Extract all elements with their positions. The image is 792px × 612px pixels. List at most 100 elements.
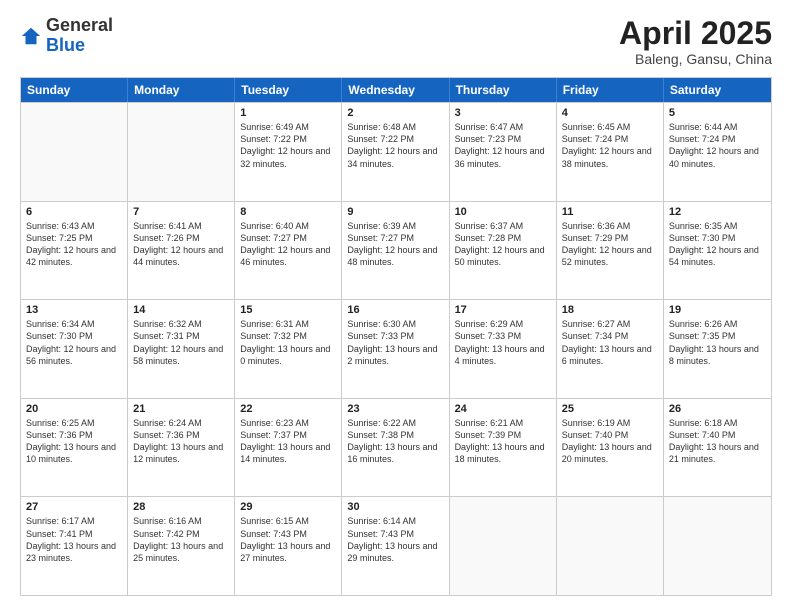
cal-day-info: Sunrise: 6:26 AM Sunset: 7:35 PM Dayligh… [669,318,766,367]
cal-cell: 12Sunrise: 6:35 AM Sunset: 7:30 PM Dayli… [664,202,771,300]
cal-day-info: Sunrise: 6:43 AM Sunset: 7:25 PM Dayligh… [26,220,122,269]
cal-day-info: Sunrise: 6:39 AM Sunset: 7:27 PM Dayligh… [347,220,443,269]
cal-day-number: 18 [562,304,658,316]
cal-day-info: Sunrise: 6:36 AM Sunset: 7:29 PM Dayligh… [562,220,658,269]
cal-day-info: Sunrise: 6:14 AM Sunset: 7:43 PM Dayligh… [347,515,443,564]
cal-day-info: Sunrise: 6:17 AM Sunset: 7:41 PM Dayligh… [26,515,122,564]
cal-day-info: Sunrise: 6:37 AM Sunset: 7:28 PM Dayligh… [455,220,551,269]
cal-cell: 27Sunrise: 6:17 AM Sunset: 7:41 PM Dayli… [21,497,128,595]
cal-week-1: 1 Sunrise: 6:49 AM Sunset: 7:22 PM Daylig… [21,102,771,201]
cal-header-wednesday: Wednesday [342,78,449,102]
cal-cell [128,103,235,201]
cal-day-number: 29 [240,501,336,513]
calendar: SundayMondayTuesdayWednesdayThursdayFrid… [20,77,772,596]
cal-day-info: Sunrise: 6:48 AM Sunset: 7:22 PM Dayligh… [347,121,443,170]
title-block: April 2025 Baleng, Gansu, China [619,16,772,67]
cal-header-friday: Friday [557,78,664,102]
cal-day-info: Sunrise: 6:23 AM Sunset: 7:37 PM Dayligh… [240,417,336,466]
cal-header-thursday: Thursday [450,78,557,102]
cal-day-number: 16 [347,304,443,316]
cal-cell: 9 Sunrise: 6:39 AM Sunset: 7:27 PM Daylig… [342,202,449,300]
cal-cell [664,497,771,595]
cal-day-info: Sunrise: 6:18 AM Sunset: 7:40 PM Dayligh… [669,417,766,466]
logo-blue: Blue [46,35,85,55]
cal-cell: 30 Sunrise: 6:14 AM Sunset: 7:43 PM Dayli… [342,497,449,595]
cal-day-number: 5 [669,107,766,119]
cal-day-number: 4 [562,107,658,119]
cal-cell: 24Sunrise: 6:21 AM Sunset: 7:39 PM Dayli… [450,399,557,497]
cal-header-tuesday: Tuesday [235,78,342,102]
cal-cell: 3 Sunrise: 6:47 AM Sunset: 7:23 PM Daylig… [450,103,557,201]
cal-cell: 21 Sunrise: 6:24 AM Sunset: 7:36 PM Dayli… [128,399,235,497]
cal-day-number: 7 [133,206,229,218]
cal-day-number: 19 [669,304,766,316]
cal-day-number: 21 [133,403,229,415]
cal-day-number: 11 [562,206,658,218]
cal-day-number: 28 [133,501,229,513]
cal-day-number: 24 [455,403,551,415]
logo: General Blue [20,16,113,56]
calendar-body: 1 Sunrise: 6:49 AM Sunset: 7:22 PM Daylig… [21,102,771,595]
cal-day-number: 3 [455,107,551,119]
cal-week-4: 20Sunrise: 6:25 AM Sunset: 7:36 PM Dayli… [21,398,771,497]
cal-day-number: 10 [455,206,551,218]
cal-header-saturday: Saturday [664,78,771,102]
cal-cell: 1 Sunrise: 6:49 AM Sunset: 7:22 PM Daylig… [235,103,342,201]
cal-day-info: Sunrise: 6:29 AM Sunset: 7:33 PM Dayligh… [455,318,551,367]
cal-day-info: Sunrise: 6:19 AM Sunset: 7:40 PM Dayligh… [562,417,658,466]
cal-day-info: Sunrise: 6:16 AM Sunset: 7:42 PM Dayligh… [133,515,229,564]
cal-cell [21,103,128,201]
logo-text: General Blue [46,16,113,56]
cal-day-info: Sunrise: 6:30 AM Sunset: 7:33 PM Dayligh… [347,318,443,367]
cal-day-number: 25 [562,403,658,415]
logo-icon [20,25,42,47]
cal-day-info: Sunrise: 6:31 AM Sunset: 7:32 PM Dayligh… [240,318,336,367]
cal-day-info: Sunrise: 6:34 AM Sunset: 7:30 PM Dayligh… [26,318,122,367]
cal-cell: 7 Sunrise: 6:41 AM Sunset: 7:26 PM Daylig… [128,202,235,300]
cal-day-number: 14 [133,304,229,316]
cal-cell: 23 Sunrise: 6:22 AM Sunset: 7:38 PM Dayli… [342,399,449,497]
cal-week-2: 6Sunrise: 6:43 AM Sunset: 7:25 PM Daylig… [21,201,771,300]
cal-cell: 11 Sunrise: 6:36 AM Sunset: 7:29 PM Dayli… [557,202,664,300]
cal-cell: 17Sunrise: 6:29 AM Sunset: 7:33 PM Dayli… [450,300,557,398]
cal-day-info: Sunrise: 6:15 AM Sunset: 7:43 PM Dayligh… [240,515,336,564]
cal-day-info: Sunrise: 6:49 AM Sunset: 7:22 PM Dayligh… [240,121,336,170]
cal-day-info: Sunrise: 6:44 AM Sunset: 7:24 PM Dayligh… [669,121,766,170]
cal-cell: 5 Sunrise: 6:44 AM Sunset: 7:24 PM Daylig… [664,103,771,201]
cal-day-info: Sunrise: 6:24 AM Sunset: 7:36 PM Dayligh… [133,417,229,466]
cal-day-info: Sunrise: 6:22 AM Sunset: 7:38 PM Dayligh… [347,417,443,466]
cal-cell: 16 Sunrise: 6:30 AM Sunset: 7:33 PM Dayli… [342,300,449,398]
cal-day-number: 30 [347,501,443,513]
cal-cell: 25 Sunrise: 6:19 AM Sunset: 7:40 PM Dayli… [557,399,664,497]
cal-cell: 18 Sunrise: 6:27 AM Sunset: 7:34 PM Dayli… [557,300,664,398]
cal-day-number: 12 [669,206,766,218]
cal-day-info: Sunrise: 6:27 AM Sunset: 7:34 PM Dayligh… [562,318,658,367]
cal-cell: 15Sunrise: 6:31 AM Sunset: 7:32 PM Dayli… [235,300,342,398]
cal-day-info: Sunrise: 6:45 AM Sunset: 7:24 PM Dayligh… [562,121,658,170]
cal-day-number: 23 [347,403,443,415]
cal-day-number: 13 [26,304,122,316]
cal-cell: 29 Sunrise: 6:15 AM Sunset: 7:43 PM Dayli… [235,497,342,595]
cal-cell: 8Sunrise: 6:40 AM Sunset: 7:27 PM Daylig… [235,202,342,300]
cal-cell: 2 Sunrise: 6:48 AM Sunset: 7:22 PM Daylig… [342,103,449,201]
cal-cell: 26 Sunrise: 6:18 AM Sunset: 7:40 PM Dayli… [664,399,771,497]
cal-day-number: 9 [347,206,443,218]
cal-week-5: 27Sunrise: 6:17 AM Sunset: 7:41 PM Dayli… [21,496,771,595]
cal-day-number: 2 [347,107,443,119]
title-month: April 2025 [619,16,772,51]
title-location: Baleng, Gansu, China [619,51,772,67]
cal-cell: 4 Sunrise: 6:45 AM Sunset: 7:24 PM Daylig… [557,103,664,201]
cal-header-sunday: Sunday [21,78,128,102]
cal-day-info: Sunrise: 6:41 AM Sunset: 7:26 PM Dayligh… [133,220,229,269]
cal-header-monday: Monday [128,78,235,102]
cal-cell: 19 Sunrise: 6:26 AM Sunset: 7:35 PM Dayli… [664,300,771,398]
cal-day-number: 22 [240,403,336,415]
cal-day-info: Sunrise: 6:47 AM Sunset: 7:23 PM Dayligh… [455,121,551,170]
cal-week-3: 13 Sunrise: 6:34 AM Sunset: 7:30 PM Dayli… [21,299,771,398]
cal-cell [557,497,664,595]
cal-day-number: 26 [669,403,766,415]
cal-day-number: 1 [240,107,336,119]
cal-cell: 20Sunrise: 6:25 AM Sunset: 7:36 PM Dayli… [21,399,128,497]
cal-cell: 14Sunrise: 6:32 AM Sunset: 7:31 PM Dayli… [128,300,235,398]
cal-day-info: Sunrise: 6:40 AM Sunset: 7:27 PM Dayligh… [240,220,336,269]
